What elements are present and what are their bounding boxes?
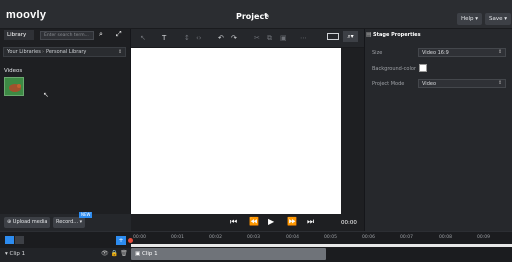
track-label: ▾ Clip 1 [5, 251, 26, 257]
add-track-button[interactable]: + [116, 236, 126, 245]
redo-icon[interactable]: ↷ [231, 34, 237, 42]
record-button[interactable]: Record... ▾ [53, 217, 86, 228]
delete-icon[interactable]: ▣ [280, 34, 287, 42]
expand-icon[interactable]: ⤢ [116, 30, 122, 39]
video-thumbnail-image [5, 78, 23, 95]
ruler-tick: 00:07 [400, 235, 413, 240]
new-badge: NEW [79, 212, 93, 218]
ruler-tick: 00:04 [286, 235, 299, 240]
ruler-tick: 00:09 [477, 235, 490, 240]
chevron-updown-icon: ⇕ [498, 49, 503, 55]
code-icon[interactable]: ‹› [196, 34, 202, 42]
project-mode-select[interactable]: Video [418, 79, 506, 88]
ruler-tick: 00:00 [133, 235, 146, 240]
stage-canvas[interactable] [131, 48, 341, 214]
breadcrumb-current[interactable]: Personal Library [46, 47, 86, 57]
videos-section-label: Videos [4, 68, 23, 74]
ruler-tick: 00:02 [209, 235, 222, 240]
play-icon[interactable]: ▶ [268, 217, 274, 226]
search-icon[interactable]: ⌕ [99, 30, 103, 39]
skip-start-icon[interactable]: ⏮ [230, 217, 237, 227]
stage-size-icon[interactable] [327, 33, 339, 40]
size-label: Size [372, 50, 383, 56]
upload-media-label: Upload media [12, 219, 48, 225]
playhead[interactable] [128, 238, 133, 243]
ruler-tick: 00:08 [439, 235, 452, 240]
panel-toggle-icon[interactable]: ▤ [366, 31, 372, 38]
video-thumbnail[interactable] [4, 77, 24, 96]
cut-icon[interactable]: ✂ [254, 34, 260, 42]
playback-bar [131, 214, 364, 231]
help-button[interactable]: Help ▾ [457, 13, 483, 25]
chevron-updown-icon: ⇕ [498, 80, 503, 86]
background-color-swatch[interactable] [419, 64, 427, 72]
size-select[interactable]: Video 16:9 [418, 48, 506, 57]
pointer-tool-icon[interactable]: ↖ [140, 34, 146, 42]
pencil-icon[interactable]: ✎ [264, 12, 270, 20]
track-name: Clip 1 [9, 251, 26, 257]
background-color-label: Background-color [372, 66, 416, 72]
undo-icon[interactable]: ↶ [218, 34, 224, 42]
ruler-tick: 00:05 [324, 235, 337, 240]
ruler-tick: 00:03 [247, 235, 260, 240]
timeline-scroll-strip[interactable] [131, 244, 512, 247]
zoom-search-icon[interactable]: ⌕▾ [343, 31, 358, 42]
skip-end-icon[interactable]: ⏭ [307, 217, 314, 227]
list-view-icon[interactable] [15, 236, 24, 244]
ruler-tick: 00:01 [171, 235, 184, 240]
more-icon[interactable]: ⋯ [300, 34, 307, 42]
properties-panel [364, 29, 512, 231]
save-button[interactable]: Save ▾ [485, 13, 512, 25]
text-tool-icon[interactable]: T [162, 34, 166, 42]
project-mode-label: Project Mode [372, 81, 405, 87]
library-tab[interactable]: Library [4, 30, 34, 40]
timeline-clip[interactable]: ▣ Clip 1 [131, 248, 326, 260]
copy-icon[interactable]: ⧉ [267, 34, 272, 43]
rewind-icon[interactable]: ⏪ [249, 217, 259, 226]
properties-title: Stage Properties [373, 32, 421, 38]
moovly-logo[interactable]: moovly [6, 9, 46, 21]
align-vertical-icon[interactable]: ↕ [184, 34, 190, 42]
fast-forward-icon[interactable]: ⏩ [287, 217, 297, 226]
chevron-updown-icon: ⇕ [118, 49, 123, 55]
clip-label: Clip 1 [141, 251, 158, 257]
ruler-tick: 00:06 [362, 235, 375, 240]
timecode: 00:00 [341, 220, 357, 226]
track-controls[interactable]: 👁🔒🗑 [101, 250, 130, 257]
upload-media-button[interactable]: ⊕ Upload media [4, 217, 51, 228]
grid-view-icon[interactable] [5, 236, 14, 244]
mouse-cursor-icon: ↖ [43, 91, 49, 99]
breadcrumb-separator: › [42, 49, 44, 55]
search-input[interactable]: Enter search term... [40, 31, 94, 40]
